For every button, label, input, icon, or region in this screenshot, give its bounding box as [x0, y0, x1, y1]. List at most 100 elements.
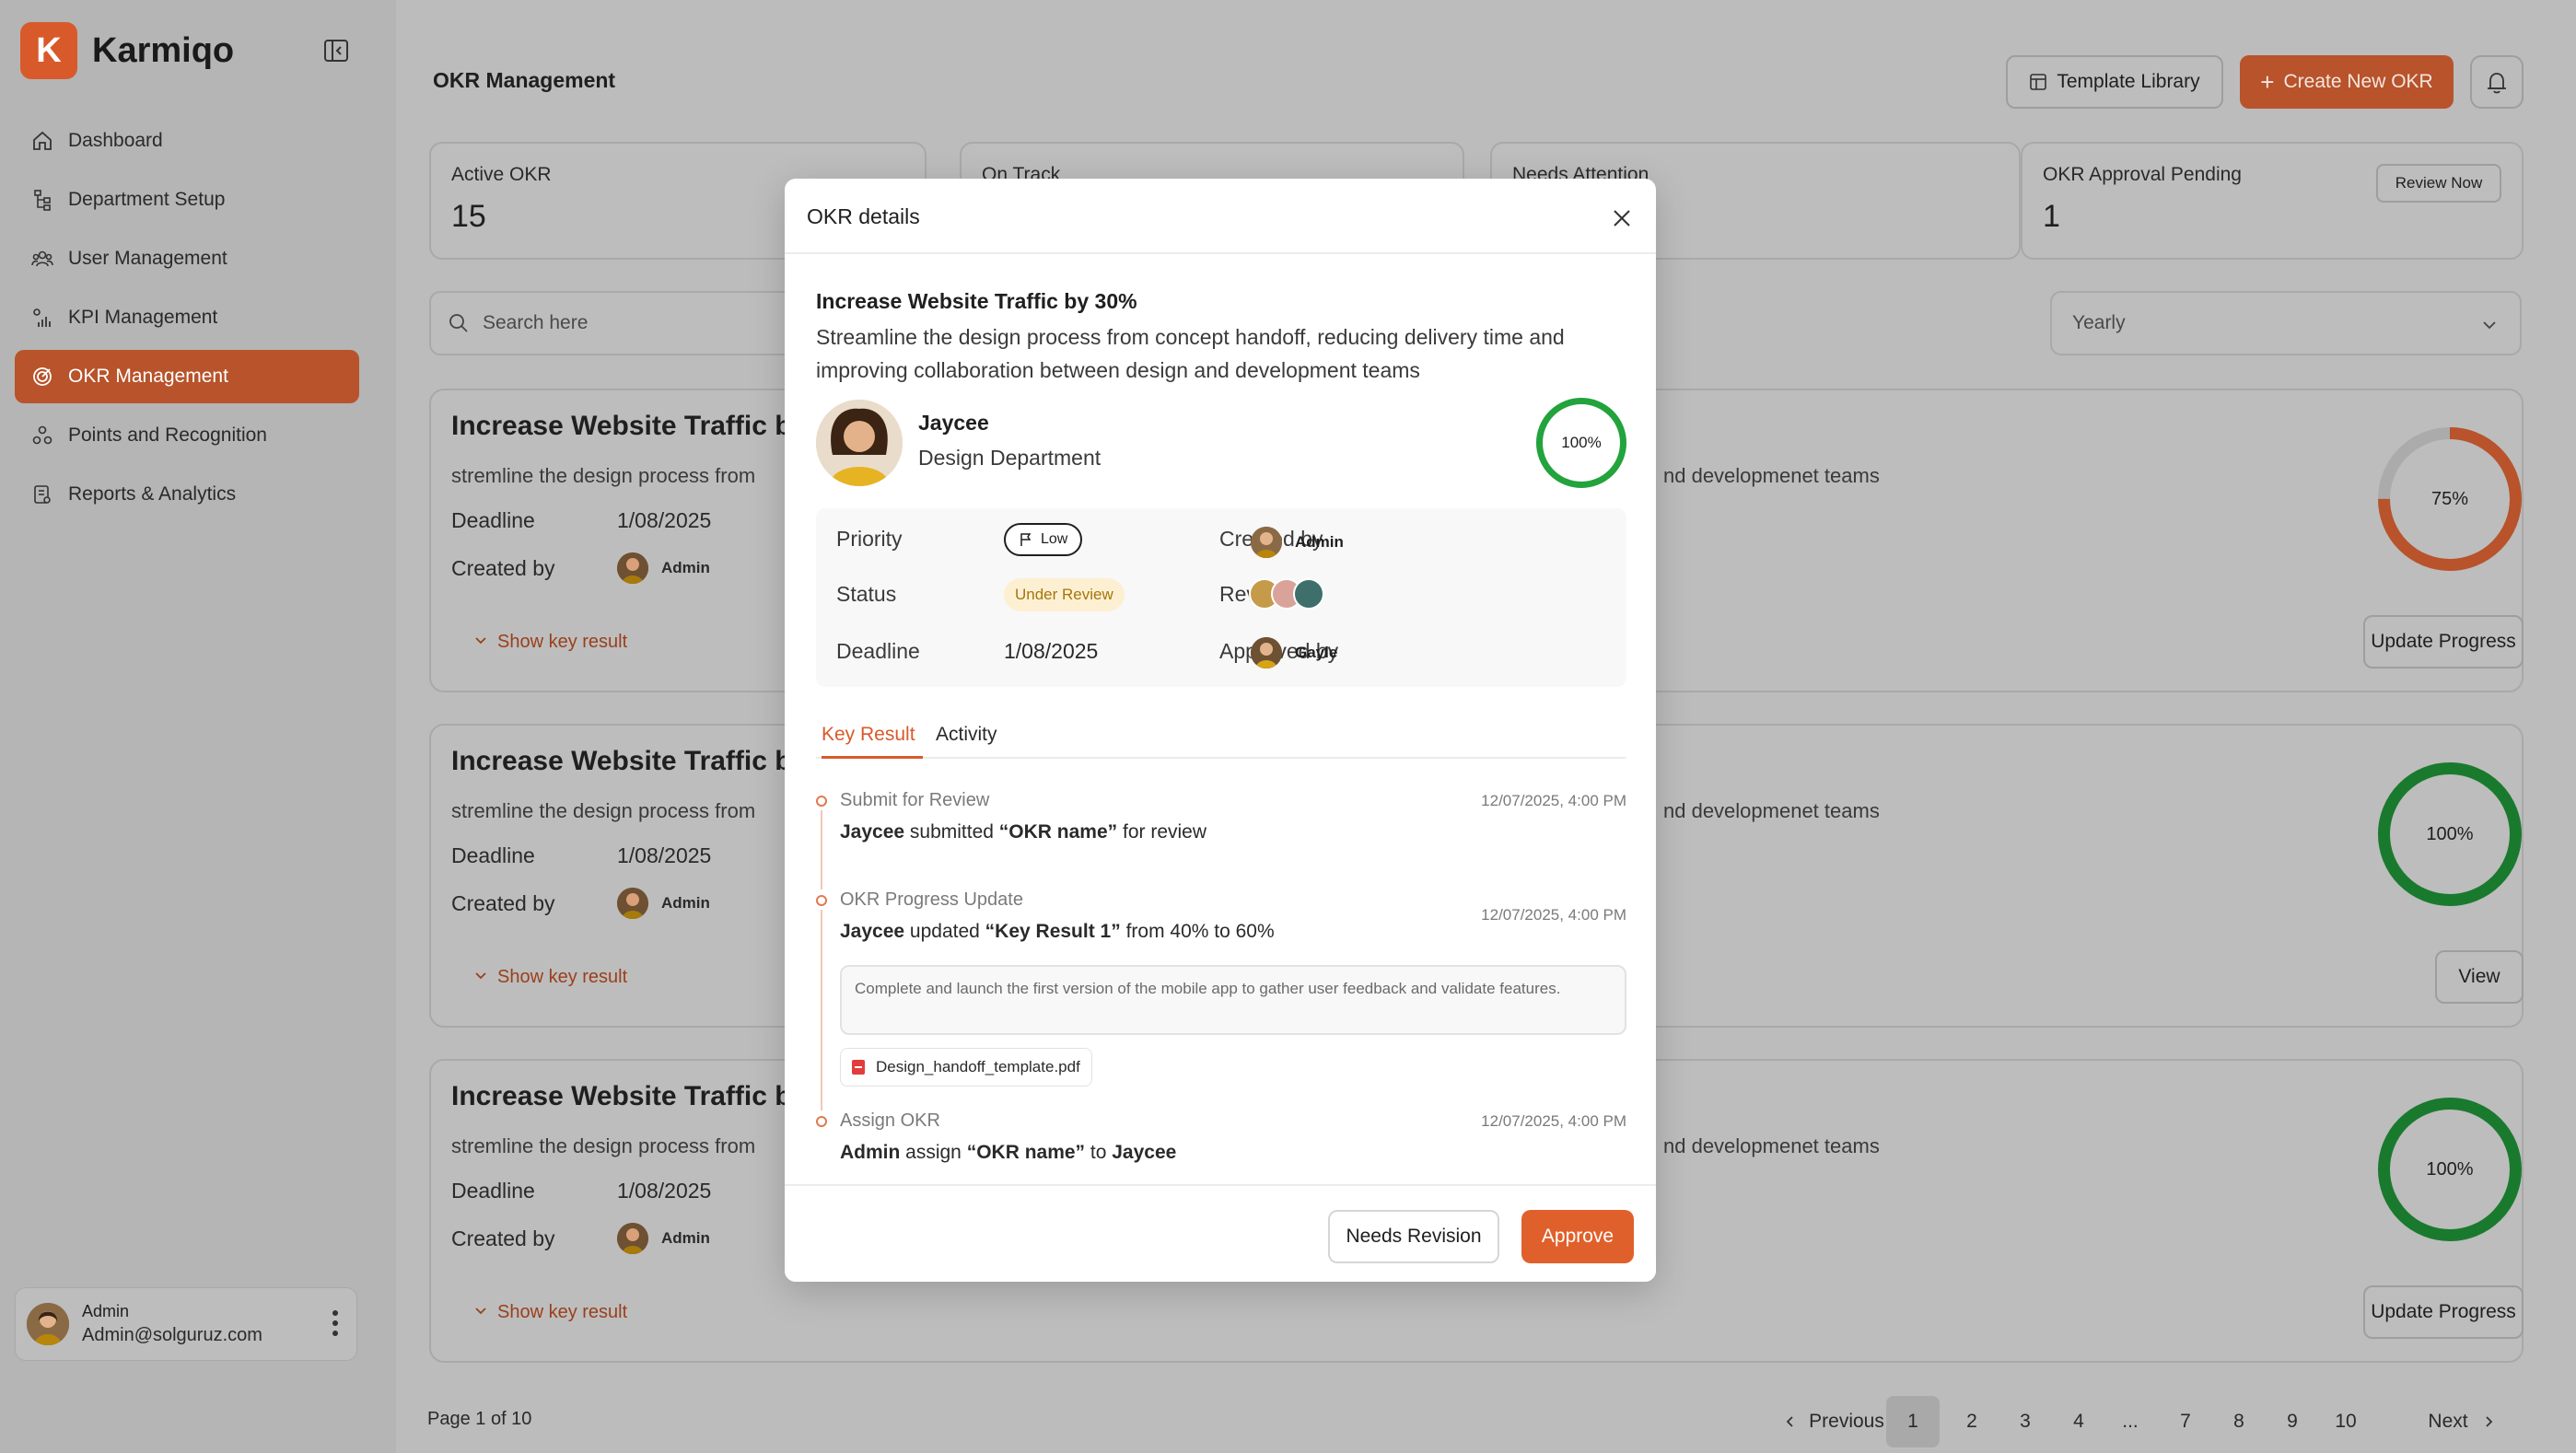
okr-card-action-button[interactable]: Update Progress [2363, 1285, 2524, 1339]
okr-info-panel: Priority Low Status Under Review Deadlin… [816, 508, 1626, 687]
sidebar-item-label: Points and Recognition [68, 424, 267, 446]
user-card[interactable]: Admin Admin@solguruz.com [15, 1287, 357, 1361]
timeline-line [821, 810, 822, 889]
review-now-button[interactable]: Review Now [2376, 164, 2501, 203]
brand-name: Karmiqo [92, 30, 235, 70]
okr-card-description: stremline the design process from [451, 1134, 756, 1157]
sidebar-item-label: OKR Management [68, 366, 228, 387]
avatar [1251, 637, 1282, 668]
show-key-result-toggle[interactable]: Show key result [473, 632, 627, 653]
needs-revision-button[interactable]: Needs Revision [1328, 1210, 1499, 1263]
show-key-result-toggle[interactable]: Show key result [473, 1302, 627, 1323]
page-number-button[interactable]: 1 [1886, 1396, 1940, 1447]
progress-ring: 100% [2378, 1098, 2522, 1241]
create-new-okr-button[interactable]: + Create New OKR [2240, 55, 2454, 109]
deadline-row: Deadline 1/08/2025 [451, 508, 712, 532]
page-number-button[interactable]: 3 [2010, 1396, 2041, 1447]
notification-bell-icon[interactable] [2470, 55, 2524, 109]
okr-card-action-button[interactable]: View [2435, 950, 2524, 1004]
timeline-line [821, 910, 822, 1110]
page-number-button[interactable]: 8 [2223, 1396, 2255, 1447]
progress-ring: 75% [2378, 427, 2522, 571]
okr-card-description-tail: nd developmenet teams [1663, 1134, 1880, 1157]
page-number-button[interactable]: 10 [2330, 1396, 2361, 1447]
brand[interactable]: K Karmiqo [20, 22, 234, 79]
sidebar-item-points-and-recognition[interactable]: Points and Recognition [15, 409, 359, 462]
show-key-result-toggle[interactable]: Show key result [473, 967, 627, 988]
owner-department: Design Department [918, 446, 1102, 470]
search-icon [448, 312, 470, 334]
okr-card-action-button[interactable]: Update Progress [2363, 615, 2524, 668]
sidebar-item-label: Department Setup [68, 189, 226, 210]
search-placeholder: Search here [483, 312, 589, 333]
progress-ring: 100% [1536, 398, 1626, 488]
status-label: Status [836, 582, 897, 606]
target-icon [29, 364, 55, 389]
tab-activity[interactable]: Activity [936, 724, 1019, 759]
sidebar-item-department-setup[interactable]: Department Setup [15, 173, 359, 227]
sidebar-item-okr-management[interactable]: OKR Management [15, 350, 359, 403]
avatar [617, 552, 648, 584]
sidebar: K Karmiqo Dashboard Department Setup Use… [0, 0, 396, 1453]
sidebar-nav: Dashboard Department Setup User Manageme… [15, 114, 359, 527]
plus-icon: + [2260, 68, 2275, 96]
deadline-value: 1/08/2025 [1004, 639, 1099, 663]
sidebar-item-reports-analytics[interactable]: Reports & Analytics [15, 468, 359, 521]
page-number-button[interactable]: 7 [2170, 1396, 2201, 1447]
award-icon [29, 423, 55, 448]
chevron-down-icon [473, 632, 488, 653]
sidebar-item-kpi-management[interactable]: KPI Management [15, 291, 359, 344]
sidebar-item-dashboard[interactable]: Dashboard [15, 114, 359, 168]
page-number-button[interactable]: 4 [2063, 1396, 2094, 1447]
deadline-row: Deadline 1/08/2025 [451, 843, 712, 867]
brand-logo: K [20, 22, 77, 79]
sidebar-collapse-icon[interactable] [322, 37, 350, 64]
period-select[interactable]: Yearly [2050, 291, 2522, 355]
sidebar-item-label: Dashboard [68, 130, 163, 151]
okr-card-description-tail: nd developmenet teams [1663, 464, 1880, 487]
page-title: OKR Management [433, 68, 616, 92]
pagination: Page 1 of 10 Previous 1 2 3 4... 7 8 9 10 Next [396, 1381, 2576, 1453]
next-page-button[interactable]: Next [2402, 1396, 2522, 1447]
chevron-left-icon [1783, 1414, 1798, 1429]
progress-label: 100% [1561, 434, 1602, 451]
previous-page-button[interactable]: Previous [1765, 1396, 1903, 1447]
user-name: Admin [82, 1302, 130, 1320]
progress-label: 100% [2426, 1158, 2474, 1180]
close-icon[interactable] [1610, 206, 1634, 230]
user-email: Admin@solguruz.com [82, 1325, 262, 1345]
modal-footer: Needs Revision Approve [785, 1184, 1656, 1282]
modal-header: OKR details [785, 179, 1656, 254]
activity-item: OKR Progress Update 12/07/2025, 4:00 PM … [816, 889, 1626, 1110]
sidebar-item-label: User Management [68, 248, 227, 269]
modal-tabs: Key Result Activity [816, 724, 1626, 759]
approve-button[interactable]: Approve [1521, 1210, 1634, 1263]
sidebar-item-label: Reports & Analytics [68, 483, 237, 505]
tab-key-result[interactable]: Key Result [822, 724, 923, 759]
timeline-dot [816, 895, 827, 906]
more-options-icon[interactable] [332, 1310, 338, 1341]
page-number-button[interactable]: 9 [2277, 1396, 2308, 1447]
page-ellipsis: ... [2122, 1411, 2139, 1432]
deadline-row: Deadline 1/08/2025 [451, 1179, 712, 1203]
modal-title: OKR details [807, 204, 920, 228]
okr-details-modal: OKR details Increase Website Traffic by … [785, 179, 1656, 1282]
okr-card-title: Increase Website Traffic by [451, 1081, 808, 1111]
progress-ring: 100% [2378, 762, 2522, 906]
progress-label: 75% [2430, 488, 2469, 509]
page-number-button[interactable]: 2 [1956, 1396, 1987, 1447]
progress-label: 100% [2426, 823, 2474, 844]
avatar [27, 1303, 69, 1345]
template-icon [2029, 73, 2047, 91]
activity-note: Complete and launch the first version of… [840, 965, 1626, 1035]
created-by-row: Created by Admin [451, 1223, 710, 1254]
attachment-file[interactable]: Design_handoff_template.pdf [840, 1048, 1092, 1087]
org-tree-icon [29, 187, 55, 213]
okr-card-title: Increase Website Traffic by [451, 746, 808, 776]
avatar [1251, 527, 1282, 558]
pdf-file-icon [852, 1060, 865, 1075]
reviewer-avatars[interactable] [1249, 578, 1324, 610]
template-library-button[interactable]: Template Library [2006, 55, 2223, 109]
approved-by-person: Gayle [1251, 637, 1337, 668]
sidebar-item-user-management[interactable]: User Management [15, 232, 359, 285]
